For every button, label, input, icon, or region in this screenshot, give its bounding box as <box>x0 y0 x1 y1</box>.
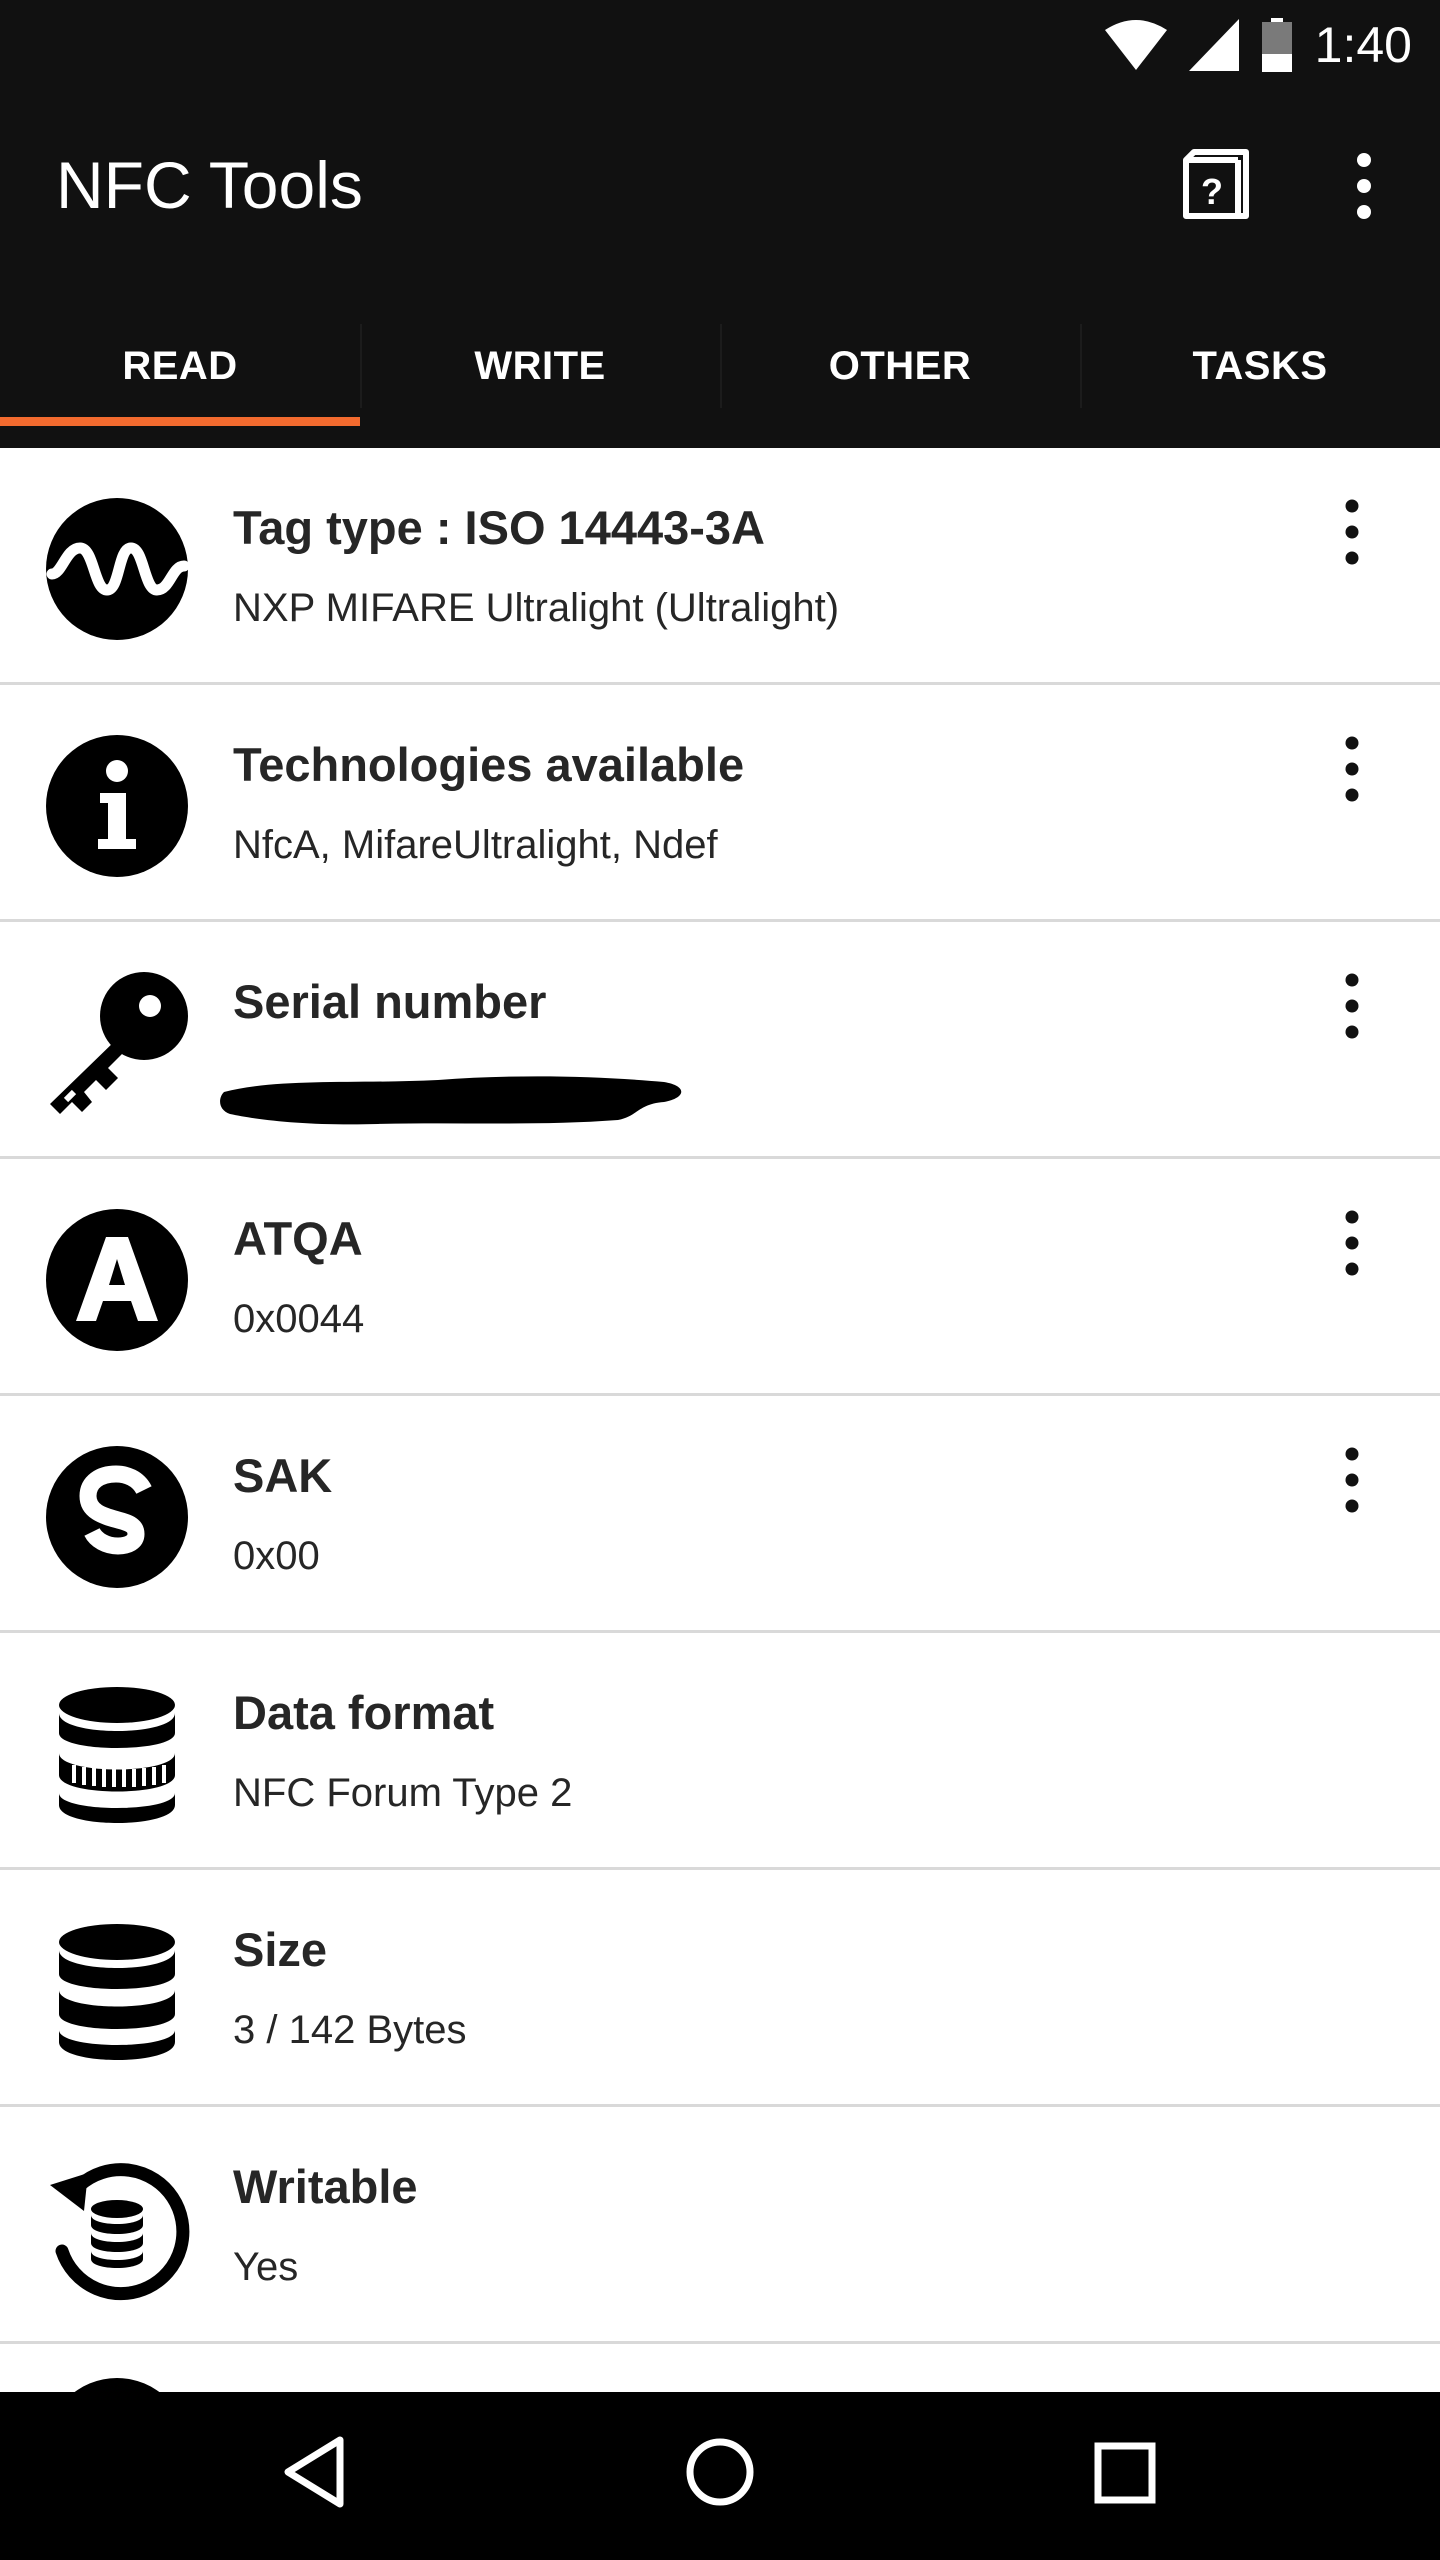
row-title: Tag type : ISO 14443-3A <box>233 501 765 554</box>
row-value: NfcA, MifareUltralight, Ndef <box>233 823 718 867</box>
row-title: ATQA <box>233 1212 363 1265</box>
tab-label: OTHER <box>828 343 972 388</box>
list-item-sak[interactable]: SAK 0x00 <box>0 1396 1440 1633</box>
row-menu-button[interactable] <box>1316 1203 1388 1283</box>
redaction-mark <box>218 1058 688 1143</box>
database-format-icon <box>44 1681 190 1827</box>
row-value: 0x00 <box>233 1534 320 1578</box>
row-title: SAK <box>233 1449 333 1502</box>
more-vertical-icon <box>1316 1447 1388 1524</box>
row-value: 0x0044 <box>233 1297 365 1341</box>
row-menu-button[interactable] <box>1316 966 1388 1046</box>
app-bar: NFC Tools ? <box>0 88 1440 284</box>
tab-label: TASKS <box>1192 343 1328 388</box>
tab-label: READ <box>122 343 238 388</box>
info-icon <box>44 733 190 879</box>
list-item-atqa[interactable]: ATQA 0x0044 <box>0 1159 1440 1396</box>
list-item-partial[interactable] <box>0 2344 1440 2392</box>
letter-s-icon <box>44 1444 190 1590</box>
wifi-icon <box>1104 20 1167 70</box>
home-icon <box>680 2438 760 2516</box>
status-icons: 1:40 <box>1104 14 1412 76</box>
back-icon <box>280 2436 352 2516</box>
tab-read[interactable]: READ <box>0 284 360 448</box>
row-value: NFC Forum Type 2 <box>233 1771 573 1815</box>
status-time: 1:40 <box>1314 17 1412 73</box>
circle-icon <box>44 2376 190 2392</box>
help-button[interactable]: ? <box>1180 146 1252 226</box>
more-vertical-icon <box>1316 736 1388 813</box>
row-value: NXP MIFARE Ultralight (Ultralight) <box>233 586 840 630</box>
back-button[interactable] <box>280 2432 352 2517</box>
row-title: Writable <box>233 2160 418 2213</box>
status-bar: 1:40 <box>0 0 1440 88</box>
row-title: Data format <box>233 1686 495 1739</box>
row-value: 3 / 142 Bytes <box>233 2008 467 2052</box>
list-item-data-format[interactable]: Data format NFC Forum Type 2 <box>0 1633 1440 1870</box>
home-button[interactable] <box>680 2432 760 2517</box>
tag-info-list: Tag type : ISO 14443-3A NXP MIFARE Ultra… <box>0 448 1440 2392</box>
tab-tasks[interactable]: TASKS <box>1080 284 1440 448</box>
cell-signal-icon <box>1188 19 1239 71</box>
help-icon: ? <box>1180 149 1252 230</box>
recents-button[interactable] <box>1084 2432 1164 2517</box>
row-menu-button[interactable] <box>1316 492 1388 572</box>
letter-a-icon <box>44 1207 190 1353</box>
row-menu-button[interactable] <box>1316 1440 1388 1520</box>
navigation-bar <box>0 2392 1440 2560</box>
list-item-size[interactable]: Size 3 / 142 Bytes <box>0 1870 1440 2107</box>
row-value: Yes <box>233 2245 299 2289</box>
row-title: Technologies available <box>233 738 745 791</box>
database-icon <box>44 1918 190 2064</box>
overflow-menu-icon <box>1334 153 1394 230</box>
tab-write[interactable]: WRITE <box>360 284 720 448</box>
list-item-technologies[interactable]: Technologies available NfcA, MifareUltra… <box>0 685 1440 922</box>
battery-icon <box>1261 18 1293 72</box>
row-title: Serial number <box>233 975 547 1028</box>
key-icon <box>44 970 190 1116</box>
more-vertical-icon <box>1316 1210 1388 1287</box>
row-title: Size <box>233 1923 328 1976</box>
recents-icon <box>1084 2442 1164 2516</box>
tab-other[interactable]: OTHER <box>720 284 1080 448</box>
svg-text:?: ? <box>1201 171 1223 212</box>
tab-label: WRITE <box>474 343 606 388</box>
list-item-writable[interactable]: Writable Yes <box>0 2107 1440 2344</box>
waveform-icon <box>44 496 190 642</box>
more-vertical-icon <box>1316 499 1388 576</box>
list-item-tag-type[interactable]: Tag type : ISO 14443-3A NXP MIFARE Ultra… <box>0 448 1440 685</box>
tab-selected-indicator <box>0 417 360 426</box>
tab-bar: READ WRITE OTHER TASKS <box>0 284 1440 448</box>
list-item-serial-number[interactable]: Serial number <box>0 922 1440 1159</box>
more-vertical-icon <box>1316 973 1388 1050</box>
overflow-menu-button[interactable] <box>1334 146 1394 226</box>
writable-icon <box>44 2155 190 2301</box>
app-title: NFC Tools <box>56 148 363 222</box>
row-menu-button[interactable] <box>1316 729 1388 809</box>
